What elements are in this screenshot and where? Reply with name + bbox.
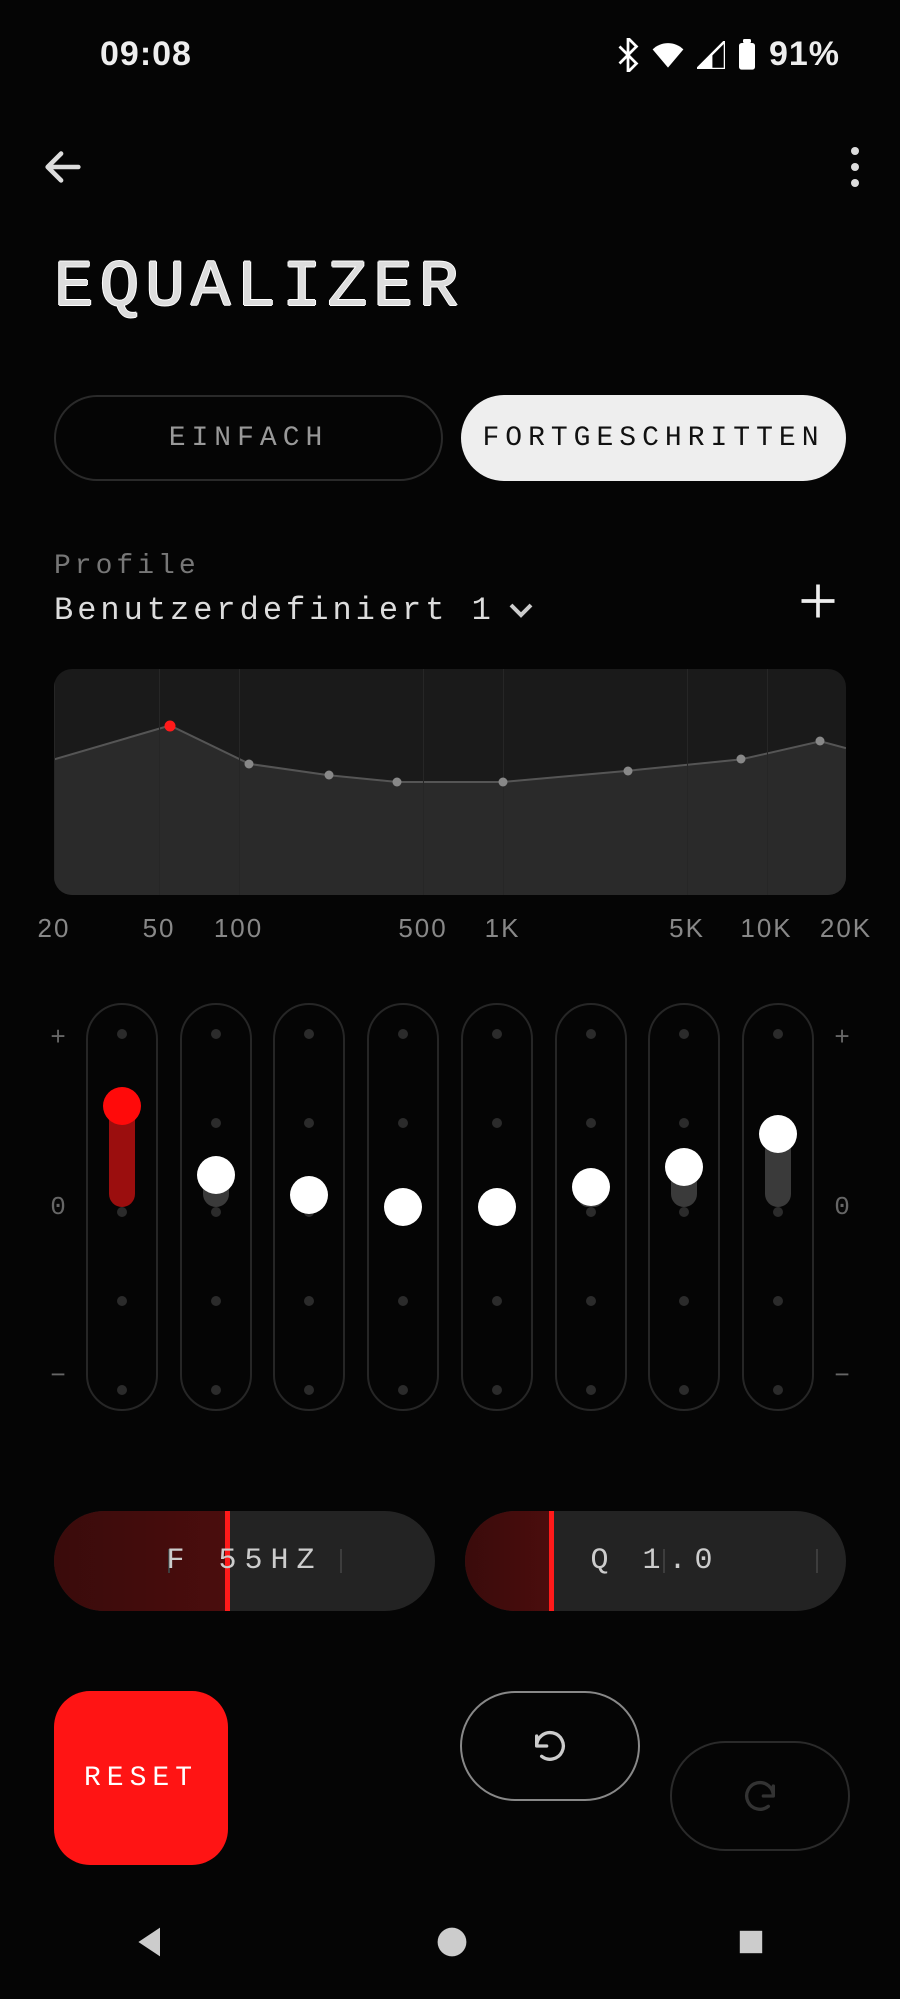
battery-icon (737, 39, 757, 71)
triangle-back-icon (133, 1924, 169, 1960)
axis-tick: 1K (485, 913, 521, 944)
band-slider-4[interactable] (367, 1003, 439, 1411)
nav-recent[interactable] (735, 1926, 767, 1963)
curve-point[interactable] (624, 766, 633, 775)
page-title: EQUALIZER (0, 190, 900, 325)
curve-point[interactable] (498, 778, 507, 787)
eq-sliders: + 0 − + 0 − (0, 943, 900, 1411)
band-slider-1[interactable] (86, 1003, 158, 1411)
freq-axis: 20501005001K5K10K20K (54, 913, 846, 943)
band-params: F 55HZ Q 1.0 (0, 1411, 900, 1611)
curve-point[interactable] (393, 778, 402, 787)
reset-button[interactable]: RESET (54, 1691, 228, 1865)
axis-tick: 50 (143, 913, 176, 944)
slider-thumb[interactable] (478, 1188, 516, 1226)
mode-tabs: EINFACH FORTGESCHRITTEN (0, 325, 900, 481)
redo-button[interactable] (670, 1741, 850, 1851)
more-vert-icon (850, 147, 860, 187)
signal-icon (697, 41, 725, 69)
axis-tick: 20 (38, 913, 71, 944)
profile-dropdown[interactable]: Benutzerdefiniert 1 (54, 592, 533, 629)
bottom-actions: RESET (0, 1611, 900, 1871)
band-slider-8[interactable] (742, 1003, 814, 1411)
curve-point[interactable] (324, 771, 333, 780)
circle-home-icon (434, 1924, 470, 1960)
scale-zero: 0 (50, 1192, 66, 1222)
q-value: Q 1.0 (590, 1544, 720, 1578)
slider-thumb[interactable] (103, 1087, 141, 1125)
axis-tick: 100 (214, 913, 263, 944)
slider-thumb[interactable] (290, 1176, 328, 1214)
undo-button[interactable] (460, 1691, 640, 1801)
scale-zero: 0 (834, 1192, 850, 1222)
curve-point[interactable] (164, 720, 175, 731)
freq-value: F 55HZ (166, 1544, 322, 1578)
slider-thumb[interactable] (665, 1148, 703, 1186)
slider-thumb[interactable] (384, 1188, 422, 1226)
curve-point[interactable] (736, 755, 745, 764)
slider-thumb[interactable] (572, 1168, 610, 1206)
axis-tick: 5K (669, 913, 705, 944)
overflow-menu[interactable] (850, 147, 860, 187)
clock: 09:08 (100, 35, 192, 74)
axis-tick: 500 (398, 913, 447, 944)
tab-simple[interactable]: EINFACH (54, 395, 443, 481)
profile-name: Benutzerdefiniert 1 (54, 592, 495, 629)
status-icons: 91% (617, 35, 840, 74)
wifi-icon (651, 41, 685, 69)
axis-tick: 10K (740, 913, 792, 944)
square-recent-icon (735, 1926, 767, 1958)
scale-plus: + (50, 1023, 66, 1053)
bluetooth-icon (617, 38, 639, 72)
undo-icon (530, 1726, 570, 1766)
profile-row: Profile Benutzerdefiniert 1 (0, 481, 900, 629)
redo-icon (740, 1776, 780, 1816)
freq-slider[interactable]: F 55HZ (54, 1511, 435, 1611)
status-bar: 09:08 91% (0, 0, 900, 74)
band-slider-5[interactable] (461, 1003, 533, 1411)
tab-advanced[interactable]: FORTGESCHRITTEN (461, 395, 846, 481)
scale-minus: − (834, 1361, 850, 1391)
plus-icon (796, 579, 840, 623)
chevron-down-icon (509, 603, 533, 619)
band-slider-3[interactable] (273, 1003, 345, 1411)
curve-point[interactable] (245, 759, 254, 768)
curve-point[interactable] (816, 737, 825, 746)
arrow-left-icon (40, 144, 86, 190)
add-profile-button[interactable] (790, 573, 846, 629)
app-bar (0, 74, 900, 190)
band-slider-6[interactable] (555, 1003, 627, 1411)
band-slider-7[interactable] (648, 1003, 720, 1411)
battery-pct: 91% (769, 35, 840, 74)
axis-tick: 20K (820, 913, 872, 944)
q-slider[interactable]: Q 1.0 (465, 1511, 846, 1611)
eq-curve-graph[interactable] (54, 669, 846, 895)
slider-thumb[interactable] (197, 1156, 235, 1194)
slider-thumb[interactable] (759, 1115, 797, 1153)
scale-minus: − (50, 1361, 66, 1391)
band-slider-2[interactable] (180, 1003, 252, 1411)
scale-plus: + (834, 1023, 850, 1053)
nav-home[interactable] (434, 1924, 470, 1965)
slider-scale-right: + 0 − (822, 1003, 862, 1411)
back-button[interactable] (40, 144, 86, 190)
system-nav-bar (0, 1889, 900, 1999)
slider-scale-left: + 0 − (38, 1003, 78, 1411)
profile-section-label: Profile (54, 551, 533, 582)
nav-back[interactable] (133, 1924, 169, 1965)
